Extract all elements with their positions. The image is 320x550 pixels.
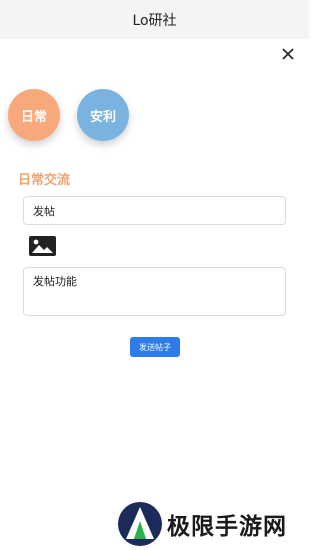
category-recommend-label: 安利: [89, 109, 116, 125]
close-icon: [282, 48, 294, 60]
send-post-button[interactable]: 发送帖子: [130, 337, 180, 357]
app-title: Lo研社: [132, 12, 177, 29]
category-recommend-button[interactable]: 安利: [77, 89, 129, 141]
category-daily-button[interactable]: 日常: [8, 89, 60, 141]
post-content-textarea[interactable]: [23, 267, 286, 316]
close-button[interactable]: [278, 44, 298, 64]
image-icon: [29, 236, 56, 256]
section-title: 日常交流: [18, 173, 71, 188]
watermark-logo: [118, 502, 162, 546]
category-daily-label: 日常: [20, 109, 47, 125]
watermark-text: 极限手游网: [167, 514, 287, 540]
post-title-input[interactable]: [23, 196, 286, 225]
watermark: 极限手游网: [117, 500, 307, 548]
upload-image-button[interactable]: [29, 236, 56, 256]
app-header: Lo研社: [0, 0, 309, 39]
